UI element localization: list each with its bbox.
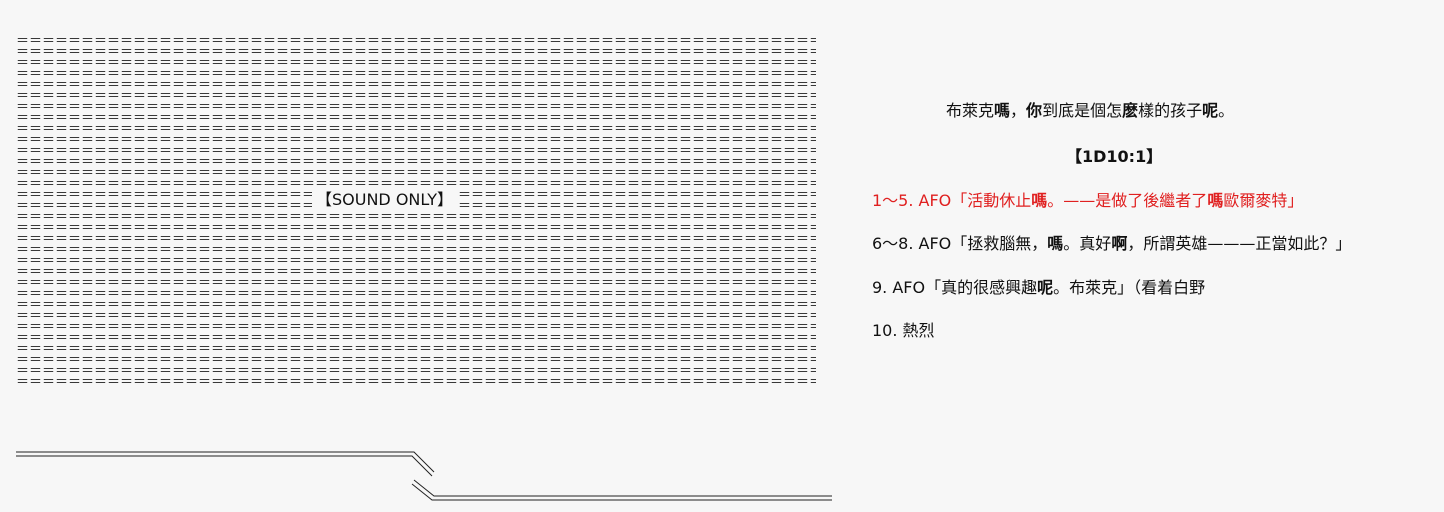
aa-row: ＝＝＝＝＝＝＝＝＝＝＝＝＝＝＝＝＝＝＝＝＝＝＝＝＝＝＝＝＝＝＝＝＝＝＝＝＝＝＝＝… xyxy=(16,157,816,168)
dialogue-text: ， xyxy=(1010,101,1027,120)
dialogue-text: 布萊克 xyxy=(946,101,995,120)
aa-row: ＝＝＝＝＝＝＝＝＝＝＝＝＝＝＝＝＝＝＝＝＝＝＝＝＝＝＝＝＝＝＝＝＝＝＝＝＝＝＝＝… xyxy=(16,146,816,157)
aa-row: ＝＝＝＝＝＝＝＝＝＝＝＝＝＝＝＝＝＝＝＝＝＝＝＝＝＝＝＝＝＝＝＝＝＝＝＝＝＝＝＝… xyxy=(16,256,816,267)
aa-row: ＝＝＝＝＝＝＝＝＝＝＝＝＝＝＝＝＝＝＝＝＝＝＝＝＝＝＝＝＝＝＝＝＝＝＝＝＝＝＝＝… xyxy=(16,333,816,344)
aa-row: ＝＝＝＝＝＝＝＝＝＝＝＝＝＝＝＝＝＝＝＝＝＝＝＝＝＝＝＝＝＝＝＝＝＝＝＝＝＝＝＝… xyxy=(16,212,816,223)
emphasis-text: 嗎 xyxy=(1031,191,1048,210)
emphasis-text: 麽 xyxy=(1122,101,1139,120)
divider-bottom-line-a xyxy=(413,479,832,497)
option-line-9: 9. AFO「真的很感興趣呢。布萊克」（看着白野 xyxy=(872,277,1205,299)
dialogue-text: 到底是個怎 xyxy=(1042,101,1123,120)
aa-row: ＝＝＝＝＝＝＝＝＝＝＝＝＝＝＝＝＝＝＝＝＝＝＝＝＝＝＝＝＝＝＝＝＝＝＝＝＝＝＝＝… xyxy=(16,267,816,278)
aa-row: ＝＝＝＝＝＝＝＝＝＝＝＝＝＝＝＝＝＝＝＝＝＝＝＝＝＝＝＝＝＝＝＝＝＝＝＝＝＝＝＝… xyxy=(16,124,816,135)
aa-row: ＝＝＝＝＝＝＝＝＝＝＝＝＝＝＝＝＝＝＝＝＝＝＝＝＝＝＝＝＝＝＝＝＝＝＝＝＝＝＝＝… xyxy=(16,289,816,300)
emphasis-text: 啊 xyxy=(1111,234,1128,253)
aa-row: ＝＝＝＝＝＝＝＝＝＝＝＝＝＝＝＝＝＝＝＝＝＝＝＝＝＝＝＝＝＝＝＝＝＝＝＝＝＝＝＝… xyxy=(16,311,816,322)
dialogue-text: 6～8. AFO「拯救腦無， xyxy=(872,234,1048,253)
emphasis-text: 嗎 xyxy=(994,101,1011,120)
aa-row: ＝＝＝＝＝＝＝＝＝＝＝＝＝＝＝＝＝＝＝＝＝＝＝＝＝＝＝＝＝＝＝＝＝＝＝＝＝＝＝＝… xyxy=(16,69,816,80)
aa-row: ＝＝＝＝＝＝＝＝＝＝＝＝＝＝＝＝＝＝＝＝＝＝＝＝＝＝＝＝＝＝＝＝＝＝＝＝＝＝＝＝… xyxy=(16,322,816,333)
aa-row: ＝＝＝＝＝＝＝＝＝＝＝＝＝＝＝＝＝＝＝＝＝＝＝＝＝＝＝＝＝＝＝＝＝＝＝＝＝＝＝＝… xyxy=(16,135,816,146)
divider-top-line-b xyxy=(16,455,433,477)
aa-row: ＝＝＝＝＝＝＝＝＝＝＝＝＝＝＝＝＝＝＝＝＝＝＝＝＝＝＝＝＝＝＝＝＝＝＝＝＝＝＝＝… xyxy=(16,47,816,58)
aa-row: ＝＝＝＝＝＝＝＝＝＝＝＝＝＝＝＝＝＝＝＝＝＝＝＝＝＝＝＝＝＝＝＝＝＝＝＝＝＝＝＝… xyxy=(16,366,816,377)
divider-bottom-line-b xyxy=(411,483,832,501)
aa-row: ＝＝＝＝＝＝＝＝＝＝＝＝＝＝＝＝＝＝＝＝＝＝＝＝＝＝＝＝＝＝＝＝＝＝＝＝＝＝＝＝… xyxy=(16,245,816,256)
dialogue-text: 9. AFO「真的很感興趣 xyxy=(872,278,1038,297)
sound-only-label: 【SOUND ONLY】 xyxy=(312,190,457,210)
emphasis-text: 你 xyxy=(1026,101,1043,120)
dialogue-text: 。——是做了後繼者了 xyxy=(1047,191,1208,210)
ascii-art-panel: ＝＝＝＝＝＝＝＝＝＝＝＝＝＝＝＝＝＝＝＝＝＝＝＝＝＝＝＝＝＝＝＝＝＝＝＝＝＝＝＝… xyxy=(16,36,816,388)
aa-row: ＝＝＝＝＝＝＝＝＝＝＝＝＝＝＝＝＝＝＝＝＝＝＝＝＝＝＝＝＝＝＝＝＝＝＝＝＝＝＝＝… xyxy=(16,113,816,124)
aa-row: ＝＝＝＝＝＝＝＝＝＝＝＝＝＝＝＝＝＝＝＝＝＝＝＝＝＝＝＝＝＝＝＝＝＝＝＝＝＝＝＝… xyxy=(16,234,816,245)
option-line-10: 10. 熱烈 xyxy=(872,320,935,342)
dialogue-text: 10. 熱烈 xyxy=(872,321,935,340)
intro-line: 布萊克嗎，你到底是個怎麽樣的孩子呢。 xyxy=(946,100,1234,122)
aa-row: ＝＝＝＝＝＝＝＝＝＝＝＝＝＝＝＝＝＝＝＝＝＝＝＝＝＝＝＝＝＝＝＝＝＝＝＝＝＝＝＝… xyxy=(16,300,816,311)
dialogue-text: 。 xyxy=(1218,101,1235,120)
dialogue-text: ，所謂英雄———正當如此？」 xyxy=(1127,234,1352,253)
dialogue-text: 歐爾麥特」 xyxy=(1223,191,1304,210)
dialogue-text: 。布萊克」（看着白野 xyxy=(1053,278,1206,297)
aa-row: ＝＝＝＝＝＝＝＝＝＝＝＝＝＝＝＝＝＝＝＝＝＝＝＝＝＝＝＝＝＝＝＝＝＝＝＝＝＝＝＝… xyxy=(16,278,816,289)
aa-row: ＝＝＝＝＝＝＝＝＝＝＝＝＝＝＝＝＝＝＝＝＝＝＝＝＝＝＝＝＝＝＝＝＝＝＝＝＝＝＝＝… xyxy=(16,344,816,355)
aa-row: ＝＝＝＝＝＝＝＝＝＝＝＝＝＝＝＝＝＝＝＝＝＝＝＝＝＝＝＝＝＝＝＝＝＝＝＝＝＝＝＝… xyxy=(16,91,816,102)
aa-row: ＝＝＝＝＝＝＝＝＝＝＝＝＝＝＝＝＝＝＝＝＝＝＝＝＝＝＝＝＝＝＝＝＝＝＝＝＝＝＝＝… xyxy=(16,36,816,47)
aa-row: ＝＝＝＝＝＝＝＝＝＝＝＝＝＝＝＝＝＝＝＝＝＝＝＝＝＝＝＝＝＝＝＝＝＝＝＝＝＝＝＝… xyxy=(16,223,816,234)
dialogue-text: 1～5. AFO「活動休止 xyxy=(872,191,1032,210)
aa-row: ＝＝＝＝＝＝＝＝＝＝＝＝＝＝＝＝＝＝＝＝＝＝＝＝＝＝＝＝＝＝＝＝＝＝＝＝＝＝＝＝… xyxy=(16,355,816,366)
aa-row: ＝＝＝＝＝＝＝＝＝＝＝＝＝＝＝＝＝＝＝＝＝＝＝＝＝＝＝＝＝＝＝＝＝＝＝＝＝＝＝＝… xyxy=(16,58,816,69)
dialogue-text: 。真好 xyxy=(1063,234,1112,253)
option-line-6-8: 6～8. AFO「拯救腦無，嗎。真好啊，所謂英雄———正當如此？」 xyxy=(872,233,1351,255)
emphasis-text: 呢 xyxy=(1202,101,1219,120)
emphasis-text: 嗎 xyxy=(1207,191,1224,210)
aa-row: ＝＝＝＝＝＝＝＝＝＝＝＝＝＝＝＝＝＝＝＝＝＝＝＝＝＝＝＝＝＝＝＝＝＝＝＝＝＝＝＝… xyxy=(16,102,816,113)
aa-row: ＝＝＝＝＝＝＝＝＝＝＝＝＝＝＝＝＝＝＝＝＝＝＝＝＝＝＝＝＝＝＝＝＝＝＝＝＝＝＝＝… xyxy=(16,377,816,388)
emphasis-text: 呢 xyxy=(1037,278,1054,297)
option-line-1-5: 1～5. AFO「活動休止嗎。——是做了後繼者了嗎歐爾麥特」 xyxy=(872,190,1303,212)
emphasis-text: 嗎 xyxy=(1047,234,1064,253)
dice-roll-result: 【1D10:1】 xyxy=(1066,147,1163,166)
aa-row: ＝＝＝＝＝＝＝＝＝＝＝＝＝＝＝＝＝＝＝＝＝＝＝＝＝＝＝＝＝＝＝＝＝＝＝＝＝＝＝＝… xyxy=(16,80,816,91)
divider-top-line-a xyxy=(16,451,435,473)
aa-row: ＝＝＝＝＝＝＝＝＝＝＝＝＝＝＝＝＝＝＝＝＝＝＝＝＝＝＝＝＝＝＝＝＝＝＝＝＝＝＝＝… xyxy=(16,179,816,190)
dialogue-text: 樣的孩子 xyxy=(1138,101,1203,120)
double-line-divider xyxy=(16,451,832,501)
aa-row: ＝＝＝＝＝＝＝＝＝＝＝＝＝＝＝＝＝＝＝＝＝＝＝＝＝＝＝＝＝＝＝＝＝＝＝＝＝＝＝＝… xyxy=(16,168,816,179)
